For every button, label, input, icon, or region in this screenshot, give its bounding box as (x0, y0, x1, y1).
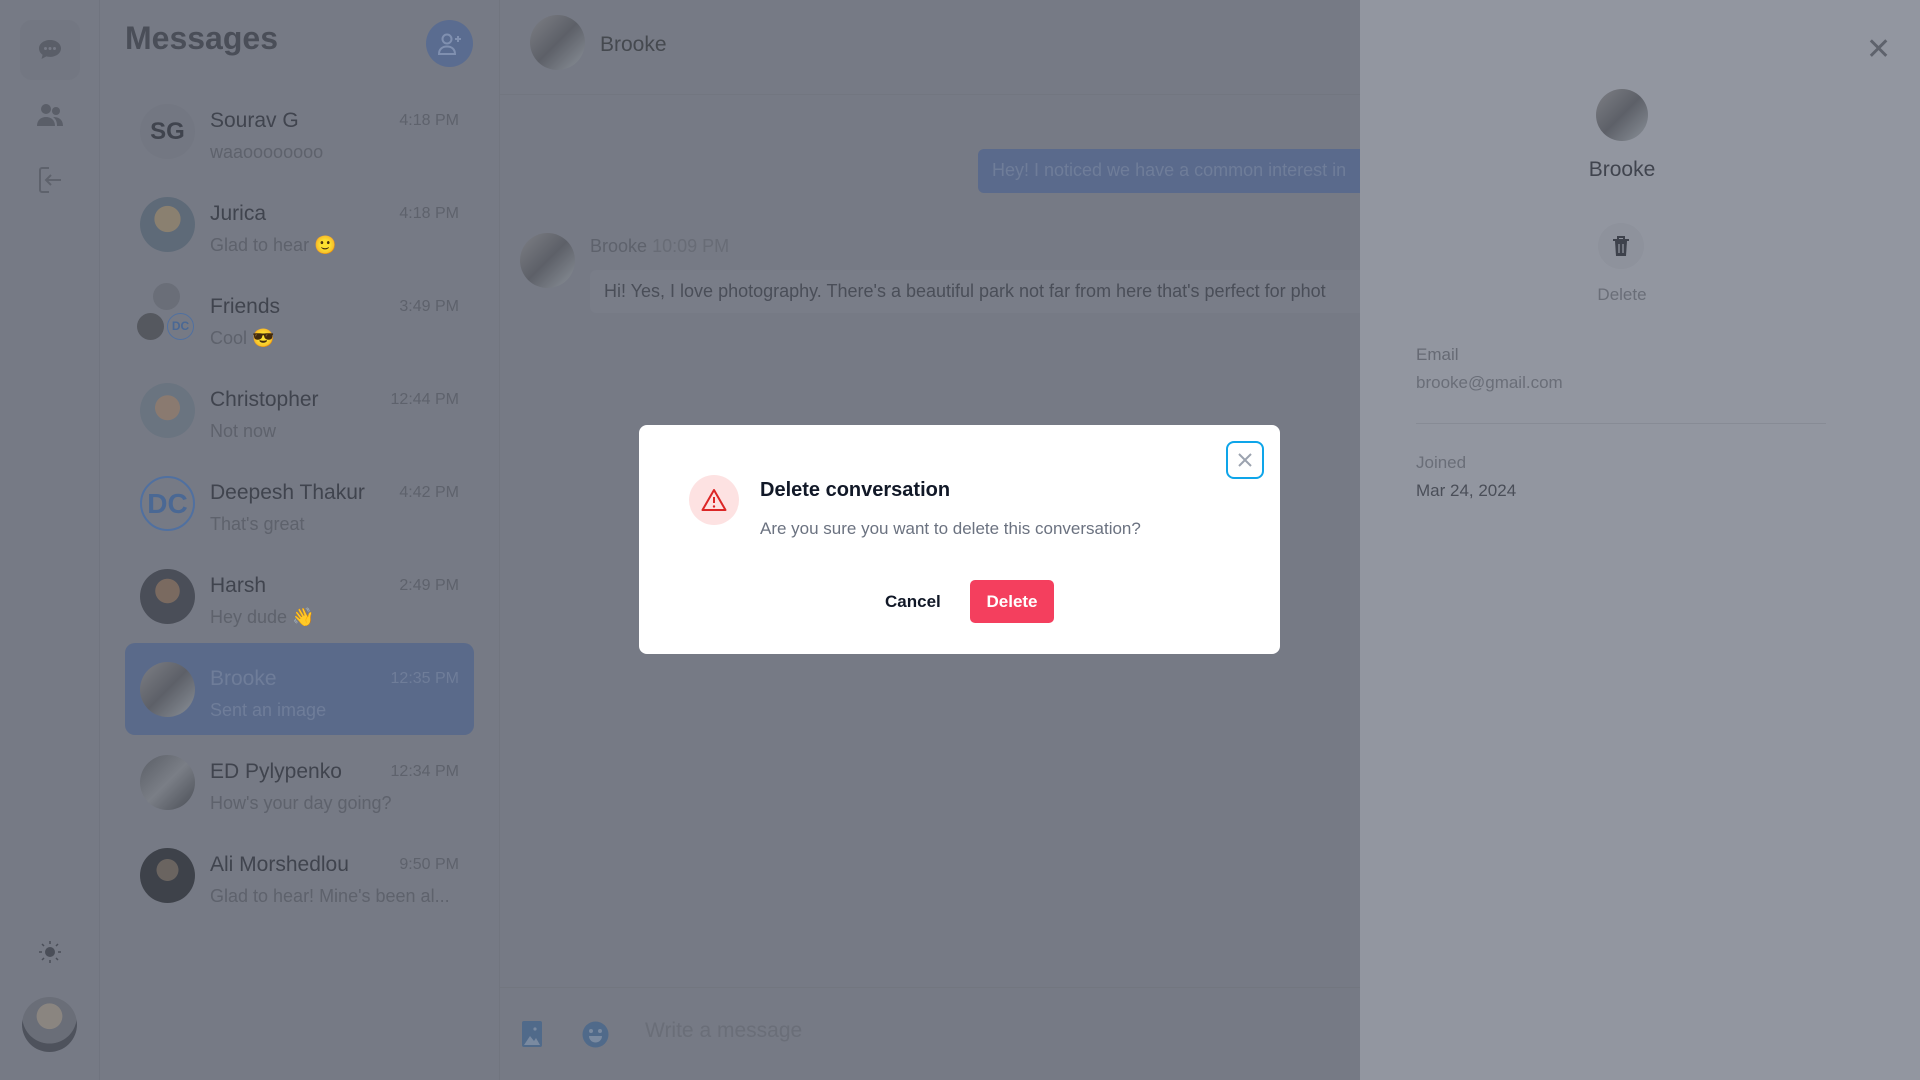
avatar (140, 197, 195, 252)
joined-value: Mar 24, 2024 (1416, 481, 1517, 500)
trash-icon (1613, 235, 1629, 256)
chat-header: Brooke (500, 0, 1360, 95)
delete-label: Delete (1597, 285, 1647, 304)
conversation-item[interactable]: Ali Morshedlou 9:50 PM Glad to hear! Mine'… (125, 829, 474, 921)
joined-label: Joined (1416, 453, 1467, 472)
message-input[interactable]: Write a message (645, 1019, 1335, 1051)
composer-divider (500, 987, 1360, 988)
profile-name: Brooke (1588, 158, 1656, 181)
group-avatar: DC (137, 283, 197, 343)
conversation-preview: waaoooooooo (210, 142, 324, 162)
dialog-close-button[interactable] (1226, 441, 1264, 479)
contact-name[interactable]: Brooke (600, 33, 667, 57)
avatar: DC (140, 476, 195, 531)
message-time: 10:09 PM (652, 236, 730, 256)
conversation-time: 4:18 PM (399, 205, 459, 222)
conversation-time: 12:34 PM (390, 763, 459, 780)
user-avatar[interactable] (22, 997, 77, 1052)
conversation-name: Sourav G (210, 109, 299, 132)
avatar (140, 848, 195, 903)
sun-icon (39, 941, 61, 963)
theme-toggle[interactable] (38, 940, 62, 969)
conversation-name: Harsh (210, 574, 267, 597)
emoji-icon (582, 1021, 609, 1048)
conversation-preview: Hey dude 👋 (210, 607, 315, 627)
conversation-preview: How's your day going? (210, 793, 392, 813)
contact-avatar[interactable] (530, 15, 585, 70)
image-icon (522, 1021, 542, 1047)
close-panel-button[interactable]: ✕ (1866, 35, 1891, 65)
conversation-time: 3:49 PM (399, 298, 459, 315)
attach-image-button[interactable] (522, 1021, 542, 1052)
conversation-preview: Not now (210, 421, 277, 441)
avatar (140, 755, 195, 810)
conversation-preview: Glad to hear! Mine's been al... (210, 886, 450, 906)
dialog-title: Delete conversation (760, 479, 951, 501)
logout-icon (39, 167, 61, 193)
conversation-name: Brooke (210, 667, 277, 690)
page-title: Messages (125, 20, 278, 56)
nav-rail (0, 0, 100, 1080)
conversation-list-panel: Messages SG Sourav G 4:18 PM waaoooooooo Jur… (100, 0, 500, 1080)
conversation-item[interactable]: SG Sourav G 4:18 PM waaoooooooo (125, 85, 474, 177)
conversation-preview: Sent an image (210, 700, 327, 720)
received-message: Hi! Yes, I love photography. There's a b… (590, 270, 1390, 313)
conversation-name: ED Pylypenko (210, 760, 342, 783)
conversation-item[interactable]: DC Friends 3:49 PM Cool 😎 (125, 271, 474, 363)
conversation-item[interactable]: DC Deepesh Thakur 4:42 PM That's great (125, 457, 474, 549)
divider (1416, 423, 1826, 424)
conversation-name: Friends (210, 295, 281, 318)
conversation-time: 9:50 PM (399, 856, 459, 873)
warning-badge (689, 475, 739, 525)
add-user-icon (437, 33, 461, 55)
conversation-time: 12:35 PM (390, 670, 459, 687)
users-icon (37, 104, 63, 126)
conversation-preview: That's great (210, 514, 305, 534)
conversation-preview: Cool 😎 (210, 328, 275, 348)
sender-avatar (520, 233, 575, 288)
sender-name: Brooke (590, 236, 648, 256)
emoji-button[interactable] (582, 1021, 609, 1053)
dialog-message: Are you sure you want to delete this con… (760, 519, 1141, 538)
warning-icon (701, 489, 727, 511)
conversation-time: 4:42 PM (399, 484, 459, 501)
cancel-button[interactable]: Cancel (875, 580, 951, 623)
conversation-time: 4:18 PM (399, 112, 459, 129)
conversation-name: Ali Morshedlou (210, 853, 349, 876)
avatar: SG (140, 104, 195, 159)
delete-conversation-button[interactable] (1598, 223, 1644, 269)
conversation-time: 12:44 PM (390, 391, 459, 408)
nav-contacts[interactable] (20, 85, 80, 145)
nav-logout[interactable] (20, 150, 80, 210)
avatar (140, 569, 195, 624)
conversation-item[interactable]: Brooke 12:35 PM Sent an image (125, 643, 474, 735)
conversation-time: 2:49 PM (399, 577, 459, 594)
email-value: brooke@gmail.com (1416, 373, 1563, 392)
conversation-name: Christopher (210, 388, 319, 411)
avatar (140, 662, 195, 717)
new-conversation-button[interactable] (426, 20, 473, 67)
delete-conversation-dialog: Delete conversation Are you sure you wan… (639, 425, 1280, 654)
conversation-item[interactable]: ED Pylypenko 12:34 PM How's your day going… (125, 736, 474, 828)
conversation-name: Jurica (210, 202, 267, 225)
conversation-item[interactable]: Harsh 2:49 PM Hey dude 👋 (125, 550, 474, 642)
conversation-item[interactable]: Jurica 4:18 PM Glad to hear 🙂 (125, 178, 474, 270)
message-meta: Brooke 10:09 PM (590, 236, 729, 257)
conversation-item[interactable]: Christopher 12:44 PM Not now (125, 364, 474, 456)
avatar (140, 383, 195, 438)
chat-icon (39, 40, 61, 59)
profile-panel: ✕ Brooke Delete Email brooke@gmail.com J… (1360, 0, 1920, 1080)
close-icon (1238, 453, 1252, 467)
sent-message: Hey! I noticed we have a common interest… (978, 149, 1378, 193)
profile-avatar (1596, 89, 1648, 141)
nav-chats[interactable] (20, 20, 80, 80)
close-icon: ✕ (1866, 33, 1892, 66)
conversation-preview: Glad to hear 🙂 (210, 235, 337, 255)
conversation-name: Deepesh Thakur (210, 481, 365, 504)
email-label: Email (1416, 345, 1459, 364)
confirm-delete-button[interactable]: Delete (970, 580, 1054, 623)
